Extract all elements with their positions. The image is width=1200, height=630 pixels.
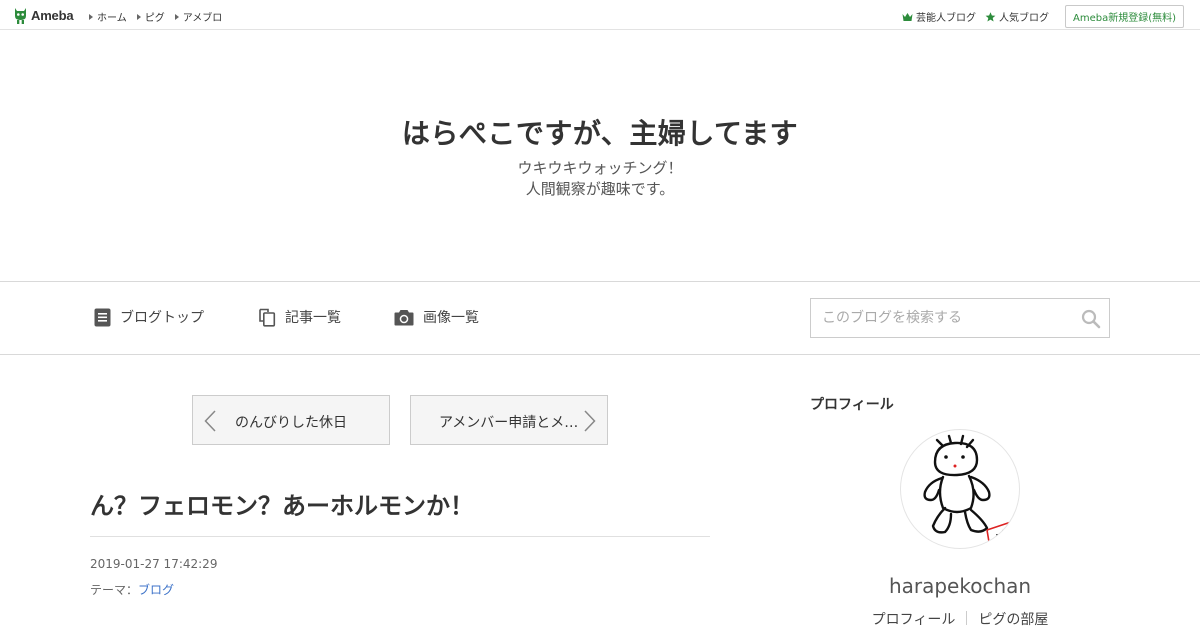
- blog-description-line1: ウキウキウォッチング！: [517, 159, 683, 177]
- nav-pigg-label: ピグ: [144, 13, 165, 24]
- triangle-right-icon: [89, 13, 93, 20]
- next-article-label: アメンバー申請とメ…: [439, 415, 579, 431]
- triangle-right-icon: [136, 13, 141, 20]
- global-nav: ホーム ピグ アメブロ: [89, 9, 222, 24]
- article-title[interactable]: ん？フェロモン？あーホルモンか！: [90, 486, 710, 521]
- blog-top-link[interactable]: ブログトップ: [94, 307, 204, 327]
- blog-search: [810, 298, 1110, 338]
- celebrity-blog-label: 芸能人ブログ: [915, 13, 976, 24]
- prev-article-label: のんびりした休日: [235, 415, 347, 431]
- profile-heading: プロフィール: [810, 397, 894, 413]
- nav-pigg-link[interactable]: ピグ: [136, 9, 165, 24]
- crown-icon: [902, 12, 913, 21]
- global-header: Ameba ホーム ピグ アメブロ 芸能人ブログ 人気ブログ Ameba新規登録…: [0, 0, 1200, 30]
- ameba-logo[interactable]: Ameba: [13, 6, 74, 25]
- celebrity-blog-link[interactable]: 芸能人ブログ: [902, 9, 976, 24]
- copy-icon: [259, 308, 276, 327]
- next-article-button[interactable]: アメンバー申請とメ…: [410, 395, 608, 445]
- article-list-link[interactable]: 記事一覧: [258, 307, 341, 327]
- star-icon: [985, 11, 996, 21]
- search-icon[interactable]: [1081, 309, 1101, 329]
- logo-text: Ameba: [31, 8, 74, 23]
- ameba-mascot-icon: [15, 8, 26, 24]
- nav-home-link[interactable]: ホーム: [89, 9, 127, 24]
- theme-link[interactable]: ブログ: [138, 581, 174, 598]
- profile-link[interactable]: プロフィール: [872, 609, 956, 629]
- blog-nav: ブログトップ 記事一覧 画像一覧: [0, 281, 1200, 355]
- signup-button[interactable]: Ameba新規登録(無料): [1064, 5, 1184, 28]
- avatar-drawing-icon: [923, 434, 1012, 543]
- global-right-links: 芸能人ブログ 人気ブログ Ameba新規登録(無料): [902, 5, 1184, 28]
- profile-links: プロフィール ピグの部屋: [810, 609, 1110, 629]
- chevron-left-icon: [204, 410, 216, 432]
- prev-article-button[interactable]: のんびりした休日: [192, 395, 390, 445]
- blog-search-input[interactable]: [811, 299, 1071, 337]
- document-icon: [94, 308, 111, 326]
- camera-icon: [394, 309, 414, 325]
- pigg-room-link[interactable]: ピグの部屋: [978, 609, 1048, 629]
- link-separator: [966, 611, 968, 625]
- nav-ameblo-link[interactable]: アメブロ: [174, 9, 223, 24]
- image-list-label: 画像一覧: [423, 310, 479, 326]
- image-list-link[interactable]: 画像一覧: [394, 307, 479, 327]
- article-divider: [90, 536, 710, 537]
- chevron-right-icon: [584, 410, 596, 432]
- triangle-right-icon: [174, 13, 179, 20]
- blog-description-line2: 人間観察が趣味です。: [525, 180, 675, 198]
- article-date: 2019-01-27 17:42:29: [90, 557, 218, 571]
- nav-ameblo-label: アメブロ: [182, 13, 223, 24]
- profile-username[interactable]: harapekochan: [810, 574, 1110, 598]
- avatar[interactable]: [900, 429, 1020, 549]
- blog-title[interactable]: はらぺこですが、主婦してます: [0, 112, 1200, 152]
- blog-header: はらぺこですが、主婦してます ウキウキウォッチング！ 人間観察が趣味です。: [0, 30, 1200, 281]
- blog-description: ウキウキウォッチング！ 人間観察が趣味です。: [0, 158, 1200, 200]
- theme-prefix: テーマ：: [90, 583, 139, 597]
- popular-blog-label: 人気ブログ: [998, 13, 1049, 24]
- popular-blog-link[interactable]: 人気ブログ: [985, 9, 1049, 24]
- blog-top-label: ブログトップ: [120, 310, 204, 326]
- article-theme: テーマ： ブログ: [90, 581, 174, 598]
- article-list-label: 記事一覧: [285, 310, 341, 326]
- nav-home-label: ホーム: [97, 13, 127, 24]
